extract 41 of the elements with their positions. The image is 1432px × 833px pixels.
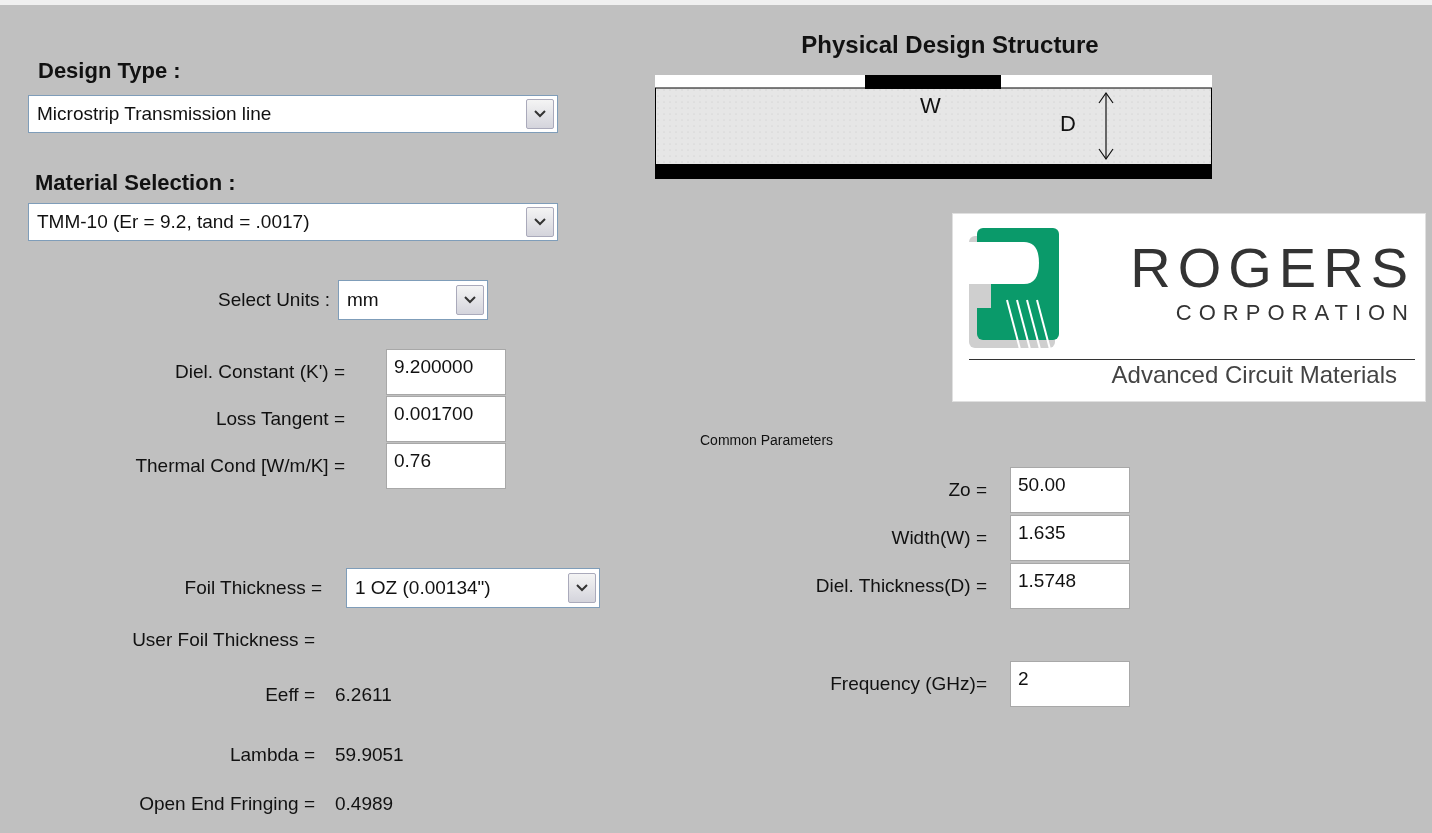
design-type-dropdown[interactable]: Microstrip Transmission line <box>28 95 558 133</box>
field-label: Select Units : <box>217 289 330 311</box>
input-field[interactable]: 50.00 <box>1010 467 1130 513</box>
material-dropdown[interactable]: TMM-10 (Er = 9.2, tand = .0017) <box>28 203 558 241</box>
logo-wordmark: ROGERS <box>1130 238 1415 298</box>
input-field[interactable]: 0.001700 <box>386 395 506 442</box>
logo-tagline: Advanced Circuit Materials <box>1110 361 1398 390</box>
chevron-down-icon <box>534 110 546 118</box>
dimension-arrow <box>1098 91 1114 161</box>
field-label: Width(W) = <box>890 527 987 549</box>
field-label: Frequency (GHz)= <box>829 673 987 695</box>
input-field[interactable]: 1.5748 <box>1010 563 1130 609</box>
result-label: Open End Fringing = <box>138 793 315 815</box>
result-value: 59.9051 <box>335 744 404 766</box>
chevron-down-icon <box>534 218 546 226</box>
chevron-down-icon <box>464 296 476 304</box>
foil-thickness-dropdown[interactable]: 1 OZ (0.00134") <box>346 568 600 608</box>
result-value: 6.2611 <box>335 684 392 706</box>
units-dropdown[interactable]: mm <box>338 280 488 320</box>
field-label: Loss Tangent = <box>214 407 345 430</box>
group-label: Common Parameters <box>700 432 835 448</box>
field-label: Zo = <box>947 479 987 501</box>
field-label: Foil Thickness = <box>183 577 322 599</box>
result-value: 0.4989 <box>335 793 394 815</box>
field-label: Thermal Cond [W/m/K] = <box>134 454 345 477</box>
input-field[interactable]: 9.200000 <box>386 348 506 395</box>
field-label: Diel. Constant (K') = <box>174 360 345 383</box>
logo-subtitle: CORPORATION <box>1175 299 1415 327</box>
field-label: Diel. Thickness(D) = <box>814 575 987 597</box>
chevron-down-icon <box>576 584 588 592</box>
result-label: Eeff = <box>264 684 315 706</box>
result-label: Lambda = <box>228 744 315 766</box>
structure-title: Physical Design Structure <box>800 30 1100 60</box>
input-field[interactable]: 0.76 <box>386 442 506 489</box>
section-heading: Design Type : <box>38 58 182 84</box>
field-label: User Foil Thickness = <box>131 629 315 651</box>
section-heading: Material Selection : <box>35 170 237 196</box>
dimension-label: D <box>1060 111 1076 136</box>
dimension-label: W <box>920 93 941 118</box>
input-field[interactable]: 2 <box>1010 661 1130 707</box>
input-field[interactable]: 1.635 <box>1010 515 1130 561</box>
